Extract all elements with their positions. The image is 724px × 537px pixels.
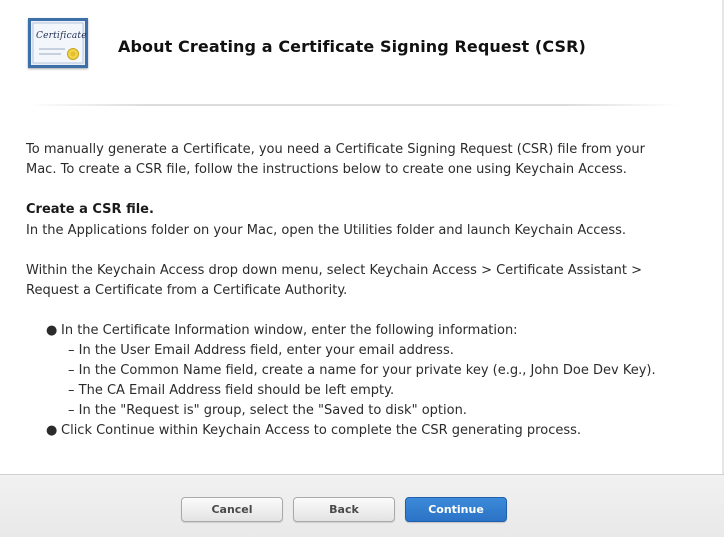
bullet-icon: ● xyxy=(46,323,58,338)
sub-list-item: – In the "Request is" group, select the … xyxy=(68,403,467,418)
sub-list-item: – In the Common Name field, create a nam… xyxy=(68,363,656,378)
intro-line-1: To manually generate a Certificate, you … xyxy=(26,142,645,157)
bullet-icon: ● xyxy=(46,423,58,438)
certificate-icon: Certificate xyxy=(28,18,88,68)
header-divider xyxy=(28,104,680,106)
certificate-icon-label: Certificate xyxy=(36,31,87,41)
bullet-text: Click Continue within Keychain Access to… xyxy=(61,423,582,438)
back-button[interactable]: Back xyxy=(293,497,395,522)
csr-info-page: Certificate About Creating a Certificate… xyxy=(0,0,724,537)
step-2-line-1: Within the Keychain Access drop down men… xyxy=(26,263,643,278)
sub-list-item: – The CA Email Address field should be l… xyxy=(68,383,395,398)
intro-line-2: Mac. To create a CSR file, follow the in… xyxy=(26,162,627,177)
continue-button[interactable]: Continue xyxy=(405,497,507,522)
sub-list-item: – In the User Email Address field, enter… xyxy=(68,343,454,358)
section-heading: Create a CSR file. xyxy=(26,202,154,217)
page-title: About Creating a Certificate Signing Req… xyxy=(118,37,586,56)
page-header: Certificate About Creating a Certificate… xyxy=(0,0,724,100)
step-2-line-2: Request a Certificate from a Certificate… xyxy=(26,283,348,298)
cancel-button[interactable]: Cancel xyxy=(181,497,283,522)
bullet-text: In the Certificate Information window, e… xyxy=(61,323,518,338)
certificate-graphic xyxy=(32,22,84,64)
step-1-text: In the Applications folder on your Mac, … xyxy=(26,223,627,238)
button-bar: Cancel Back Continue xyxy=(0,474,724,537)
